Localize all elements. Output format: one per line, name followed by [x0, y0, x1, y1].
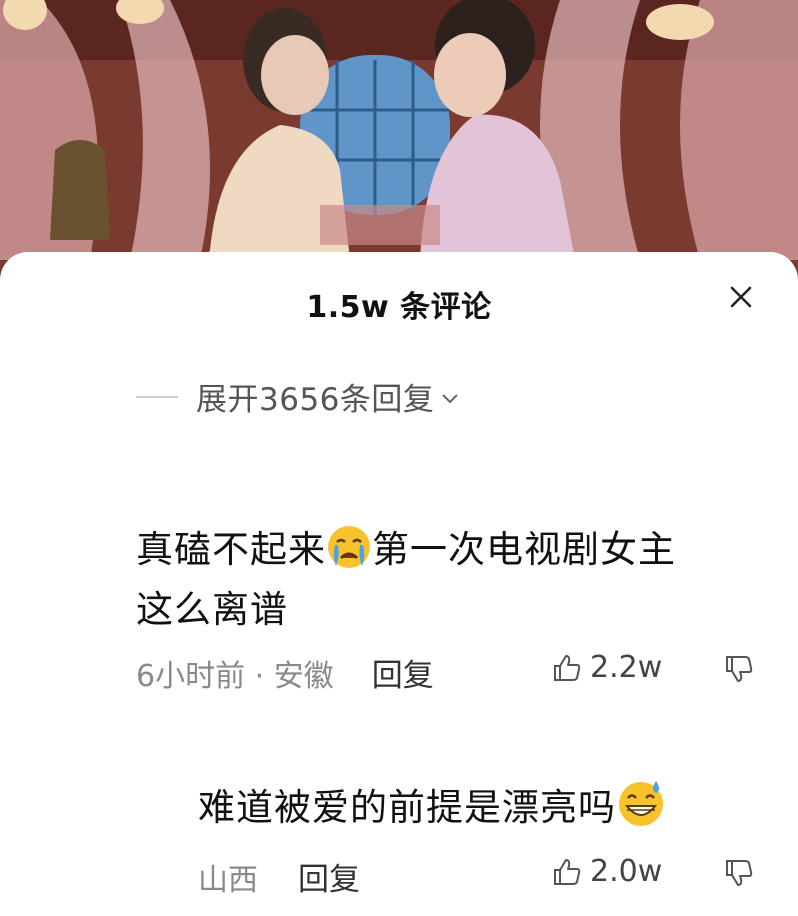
chevron-down-icon — [442, 393, 459, 403]
comment-text-part: 第一次电视剧女主 — [372, 528, 676, 571]
expand-replies-label: 展开3656条回复 — [196, 382, 435, 418]
video-frame[interactable] — [0, 0, 798, 290]
close-button[interactable] — [724, 280, 758, 314]
close-icon — [730, 286, 752, 308]
thumbs-down-icon[interactable] — [724, 654, 754, 684]
comment-item: 难道被爱的前提是漂亮吗 — [198, 778, 666, 842]
like-count: 2.0w — [590, 854, 663, 889]
thumbs-up-icon — [554, 858, 581, 885]
like-button[interactable]: 2.0w — [552, 854, 662, 889]
thumbs-down-icon[interactable] — [724, 858, 754, 888]
comment-text: 难道被爱的前提是漂亮吗 — [198, 778, 666, 842]
divider-line — [136, 395, 178, 398]
comment-text-part: 难道被爱的前提是漂亮吗 — [198, 786, 616, 829]
comment-text-part: 这么离谱 — [136, 588, 288, 631]
reply-button[interactable]: 回复 — [372, 650, 434, 695]
video-still-image — [0, 0, 798, 290]
comment-meta: 6小时前 · 安徽 回复 — [136, 650, 434, 695]
like-count: 2.2w — [590, 650, 663, 685]
comment-meta: 山西 回复 — [198, 854, 360, 899]
comments-page: 1.5w 条评论 展开3656条回复 真磕不起来 第一次电视剧女主 这么离谱 6… — [0, 0, 798, 916]
comments-count-title: 1.5w 条评论 — [306, 290, 492, 325]
comment-item: 真磕不起来 第一次电视剧女主 这么离谱 — [136, 524, 676, 636]
comment-time-location: 6小时前 · 安徽 — [136, 658, 334, 694]
crying-face-emoji-icon — [326, 524, 372, 584]
like-button[interactable]: 2.2w — [552, 650, 662, 685]
reply-button[interactable]: 回复 — [298, 854, 360, 899]
comment-sheet: 1.5w 条评论 展开3656条回复 真磕不起来 第一次电视剧女主 这么离谱 6… — [0, 252, 798, 916]
comment-text: 真磕不起来 第一次电视剧女主 这么离谱 — [136, 524, 676, 636]
expand-replies-button[interactable]: 展开3656条回复 — [136, 374, 460, 419]
comment-text-part: 真磕不起来 — [136, 528, 326, 571]
grinning-sweat-emoji-icon — [616, 778, 666, 842]
comment-location: 山西 — [198, 862, 258, 898]
thumbs-up-icon — [554, 654, 581, 681]
